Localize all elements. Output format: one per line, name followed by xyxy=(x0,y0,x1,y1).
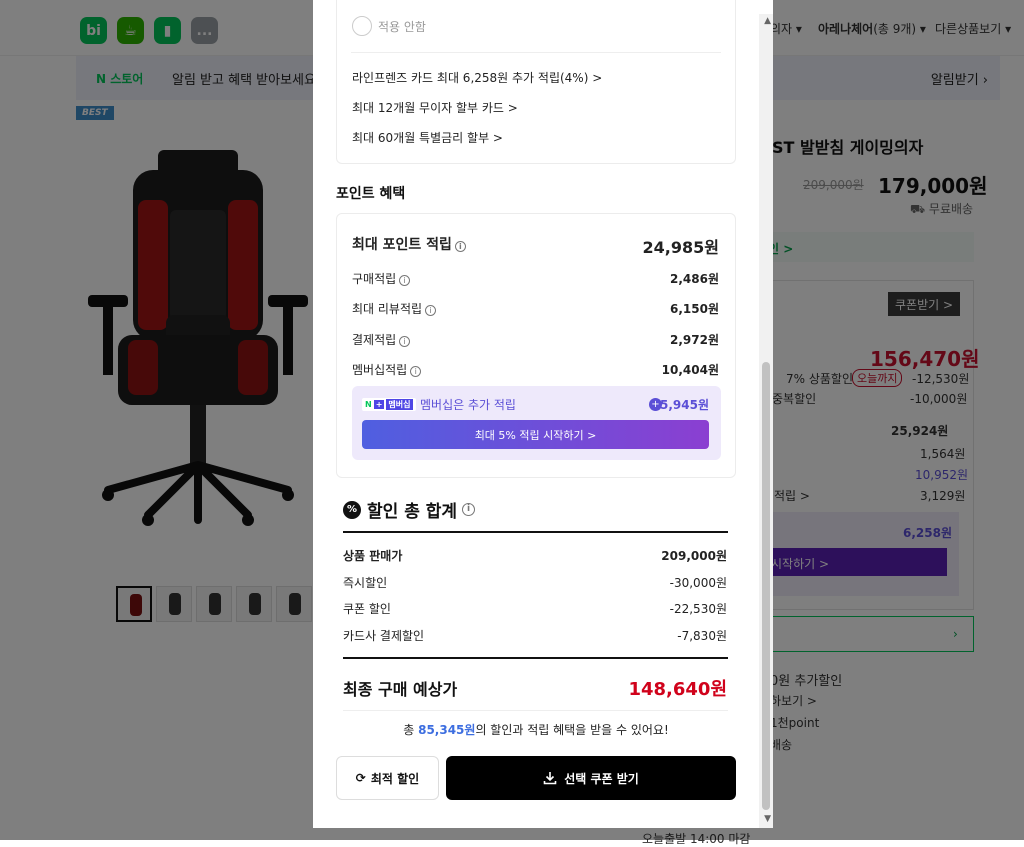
divider xyxy=(351,52,721,53)
info-icon[interactable]: i xyxy=(399,336,411,347)
best-discount-button[interactable]: ⟳ 최적 할인 xyxy=(336,756,439,800)
discount-modal: 적용 안함 라인프렌즈 카드 최대 6,258원 추가 적립(4%) > 최대 … xyxy=(313,0,773,828)
card-benefit-card: 적용 안함 라인프렌즈 카드 최대 6,258원 추가 적립(4%) > 최대 … xyxy=(336,0,736,164)
info-icon[interactable]: i xyxy=(454,241,466,252)
refresh-icon: ⟳ xyxy=(355,771,366,785)
scroll-down-arrow-icon[interactable]: ▼ xyxy=(764,814,771,824)
membership-start-button[interactable]: 최대 5% 적립 시작하기 > xyxy=(362,420,709,449)
divider xyxy=(343,531,728,533)
info-icon[interactable]: i xyxy=(410,366,422,377)
membership-badge: N + 멤버십 xyxy=(362,398,416,411)
divider xyxy=(343,657,728,659)
membership-text: 멤버십은 추가 적립 xyxy=(420,398,516,412)
benefit-summary: 총 85,345원의 할인과 적립 혜택을 받을 수 있어요! xyxy=(403,723,669,737)
info-icon[interactable]: i xyxy=(425,305,437,316)
get-selected-coupon-button[interactable]: 선택 쿠폰 받기 xyxy=(446,756,736,800)
percent-icon: % xyxy=(343,500,361,519)
installment-card-link[interactable]: 최대 12개월 무이자 할부 카드 > xyxy=(352,99,518,116)
special-rate-link[interactable]: 최대 60개월 특별금리 할부 > xyxy=(352,129,503,146)
scrollbar-thumb[interactable] xyxy=(762,362,770,810)
info-icon[interactable]: i xyxy=(399,275,411,286)
no-apply-label[interactable]: 적용 안함 xyxy=(378,18,426,35)
membership-box: N + 멤버십 멤버십은 추가 적립 + 5,945원 최대 5% 적립 시작하기 … xyxy=(352,386,721,460)
line-friends-card-link[interactable]: 라인프렌즈 카드 최대 6,258원 추가 적립(4%) > xyxy=(352,69,602,86)
no-apply-radio[interactable] xyxy=(352,16,372,36)
final-price-label: 최종 구매 예상가 xyxy=(343,680,458,699)
final-price-value: 148,640원 xyxy=(628,679,727,700)
info-icon[interactable]: i xyxy=(462,503,476,516)
scroll-up-arrow-icon[interactable]: ▲ xyxy=(764,16,771,26)
membership-extra-value: 5,945원 xyxy=(660,398,709,412)
divider xyxy=(343,710,728,711)
download-icon xyxy=(543,772,557,785)
total-discount-heading: % 할인 총 합계 i xyxy=(343,497,476,522)
points-section-title: 포인트 혜택 xyxy=(336,186,406,202)
points-card: 최대 포인트 적립 i 24,985원 구매적립 i 2,486원 최대 리뷰적립 i… xyxy=(336,213,736,478)
